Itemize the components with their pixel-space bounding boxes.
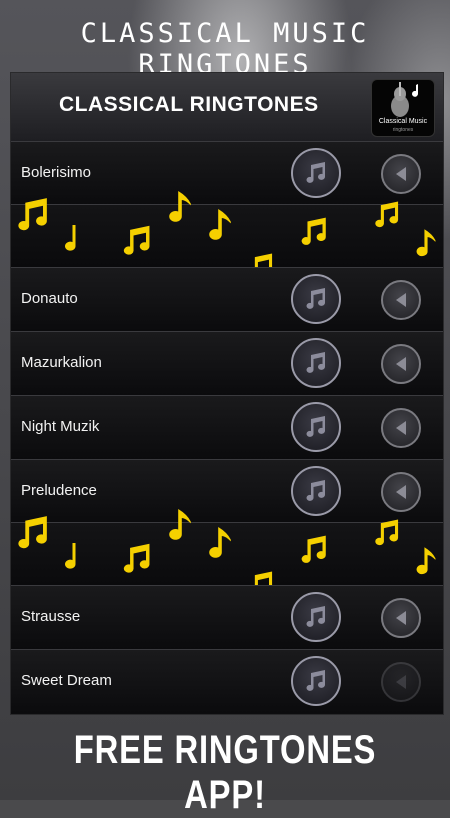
app-logo: Classical Music ringtones — [371, 79, 435, 137]
play-ringtone-button[interactable] — [291, 466, 341, 516]
gold-music-note-icon — [375, 201, 399, 228]
ringtone-row[interactable]: Night Muzik — [11, 395, 443, 459]
set-ringtone-button[interactable] — [381, 598, 421, 638]
music-note-icon — [306, 352, 325, 373]
ringtone-name: Sweet Dream — [21, 672, 112, 689]
gold-music-note-icon — [209, 209, 231, 240]
app-title: CLASSICAL RINGTONES — [59, 93, 319, 116]
play-ringtone-button[interactable] — [291, 592, 341, 642]
gold-music-note-icon — [65, 225, 76, 251]
decorative-notes-band — [11, 191, 443, 280]
gold-music-note-icon — [18, 516, 47, 549]
promo-top-title: CLASSICAL MUSIC RINGTONES — [80, 18, 370, 80]
triangle-left-icon — [396, 421, 406, 435]
app-header: CLASSICAL RINGTONES Classical Music ring… — [11, 73, 443, 142]
gold-music-note-icon — [301, 217, 326, 245]
play-ringtone-button[interactable] — [291, 338, 341, 388]
gold-music-note-icon — [123, 543, 150, 573]
gold-music-note-icon — [209, 527, 231, 558]
music-note-icon — [306, 162, 325, 183]
ringtone-row[interactable]: Strausse — [11, 585, 443, 649]
ringtone-row[interactable]: Donauto — [11, 267, 443, 331]
gold-music-note-icon — [65, 543, 76, 569]
logo-subtext: ringtones — [392, 127, 414, 133]
ringtone-row[interactable]: Mazurkalion — [11, 331, 443, 395]
ringtone-row[interactable]: Bolerisimo — [11, 141, 443, 205]
gold-music-note-icon — [169, 509, 191, 540]
music-note-icon — [306, 670, 325, 691]
gold-music-note-icon — [301, 535, 326, 563]
triangle-left-icon — [396, 675, 406, 689]
triangle-left-icon — [396, 611, 406, 625]
triangle-left-icon — [396, 485, 406, 499]
music-note-icon — [306, 288, 325, 309]
gold-music-note-icon — [375, 519, 399, 546]
decorative-notes-band — [11, 509, 443, 598]
gold-music-note-icon — [416, 547, 436, 575]
ringtone-name: Mazurkalion — [21, 354, 102, 371]
ringtone-name: Donauto — [21, 290, 78, 307]
triangle-left-icon — [396, 293, 406, 307]
gold-music-note-icon — [169, 191, 191, 222]
music-note-icon — [306, 480, 325, 501]
play-ringtone-button[interactable] — [291, 402, 341, 452]
music-note-icon — [306, 416, 325, 437]
logo-text: Classical Music — [378, 118, 428, 125]
gold-music-note-icon — [18, 198, 47, 231]
set-ringtone-button[interactable] — [381, 408, 421, 448]
set-ringtone-button[interactable] — [381, 280, 421, 320]
ringtone-name: Night Muzik — [21, 418, 100, 435]
play-ringtone-button[interactable] — [291, 274, 341, 324]
play-ringtone-button[interactable] — [291, 148, 341, 198]
gold-music-note-icon — [123, 225, 150, 255]
set-ringtone-button[interactable] — [381, 344, 421, 384]
ringtone-name: Bolerisimo — [21, 164, 92, 181]
music-note-icon — [306, 606, 325, 627]
violin-icon — [391, 82, 418, 117]
triangle-left-icon — [396, 167, 406, 181]
gold-music-note-icon — [416, 229, 436, 257]
ringtone-row[interactable]: Sweet Dream — [11, 649, 443, 713]
set-ringtone-button[interactable] — [381, 662, 421, 702]
play-ringtone-button[interactable] — [291, 656, 341, 706]
promo-bottom-title: FREE RINGTONES APP! — [73, 728, 377, 817]
set-ringtone-button[interactable] — [381, 472, 421, 512]
ringtone-row[interactable]: Preludence — [11, 459, 443, 523]
set-ringtone-button[interactable] — [381, 154, 421, 194]
ringtone-name: Strausse — [21, 608, 81, 625]
triangle-left-icon — [396, 357, 406, 371]
ringtone-name: Preludence — [21, 482, 97, 499]
app-screen: CLASSICAL RINGTONES Classical Music ring… — [10, 72, 444, 715]
